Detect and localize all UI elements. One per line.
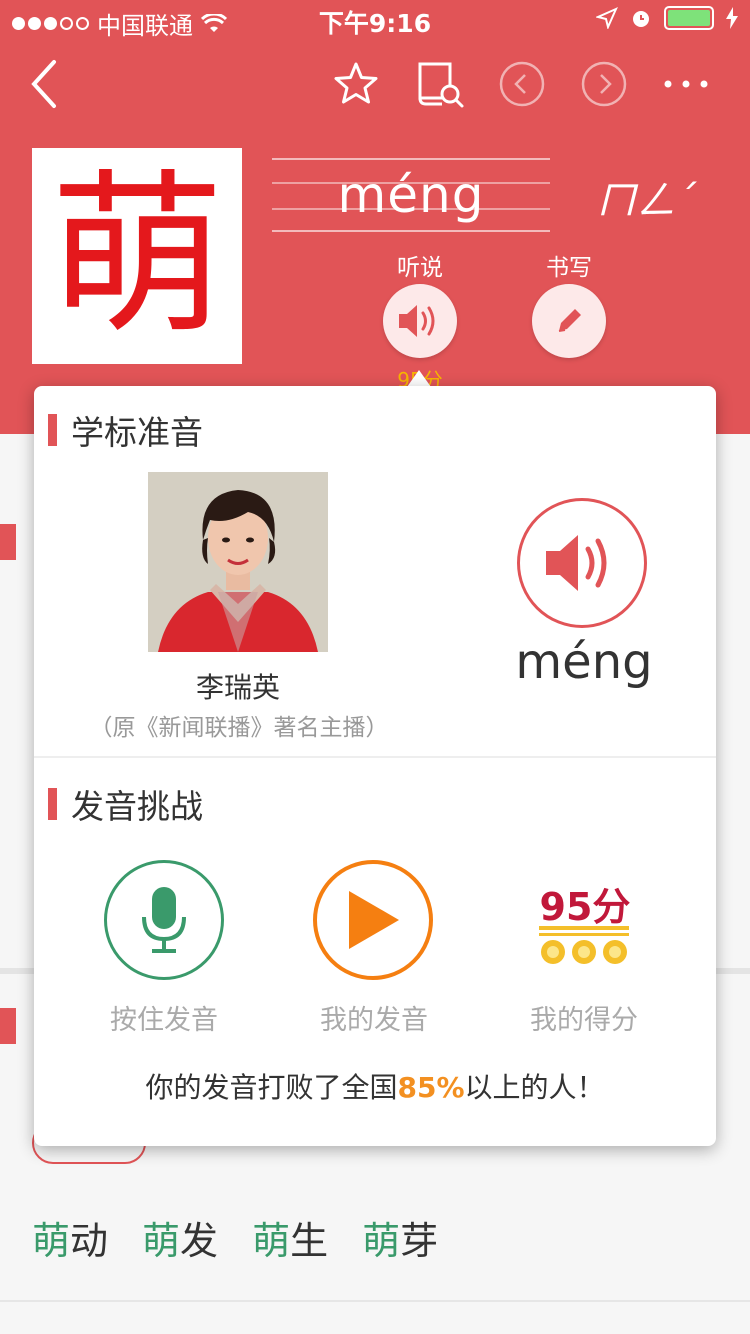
anchor-name: 李瑞英 xyxy=(195,671,280,704)
speaker-icon xyxy=(399,305,435,337)
record-label: 按住发音 xyxy=(110,1005,218,1036)
character-glyph: 萌 xyxy=(49,154,225,358)
my-recording-play-button[interactable] xyxy=(313,860,433,980)
speaker-icon xyxy=(546,535,607,591)
pinyin-text: méng xyxy=(337,166,485,224)
more-icon[interactable] xyxy=(658,54,718,114)
charging-icon xyxy=(726,7,738,29)
pinyin-staff: méng xyxy=(272,158,550,232)
score-value: 95分 xyxy=(539,885,631,929)
play-icon xyxy=(349,891,399,949)
result-percent: 85% xyxy=(397,1071,465,1104)
medal-icon xyxy=(539,926,629,964)
status-bar: 中国联通 下午9:16 xyxy=(0,0,750,40)
star-icon[interactable] xyxy=(326,54,386,114)
character-card: 萌 xyxy=(32,148,242,364)
title-bar xyxy=(48,788,57,820)
zhuyin-text: ㄇㄥˊ xyxy=(596,178,696,224)
result-prefix: 你的发音打败了全国 xyxy=(145,1071,398,1104)
alarm-icon xyxy=(633,11,649,27)
location-icon xyxy=(596,7,618,29)
word-item[interactable]: 萌生 xyxy=(252,1210,328,1265)
section-marker xyxy=(0,1008,16,1044)
my-score-label: 我的得分 xyxy=(530,1005,638,1036)
section-marker xyxy=(0,524,16,560)
result-suffix: 以上的人！ xyxy=(464,1071,605,1104)
listen-label: 听说 xyxy=(397,255,443,281)
word-list: 萌动 萌发 萌生 萌芽 xyxy=(32,1210,438,1265)
section-title: 发音挑战 xyxy=(71,787,203,826)
list-divider xyxy=(0,1300,750,1302)
record-button[interactable] xyxy=(104,860,224,980)
anchor-photo xyxy=(148,472,328,652)
popup-pinyin: méng xyxy=(515,634,653,690)
word-item[interactable]: 萌芽 xyxy=(362,1210,438,1265)
my-recording-label: 我的发音 xyxy=(320,1005,428,1036)
play-standard-button[interactable] xyxy=(517,498,647,628)
word-item[interactable]: 萌发 xyxy=(142,1210,218,1265)
previous-icon[interactable] xyxy=(492,54,552,114)
challenge-header: 发音挑战 xyxy=(48,780,203,828)
write-label: 书写 xyxy=(546,255,592,281)
popup-arrow xyxy=(407,370,431,387)
pencil-icon xyxy=(558,309,581,332)
pronunciation-popup: 学标准音 李瑞英 （原《新闻联播》著名主播） méng 发音挑战 按住发音 我的… xyxy=(34,386,716,1146)
popup-divider xyxy=(34,756,716,758)
word-item[interactable]: 萌动 xyxy=(32,1210,108,1265)
dictionary-search-icon[interactable] xyxy=(410,54,470,114)
header: 中国联通 下午9:16 萌 méng ㄇㄥˊ 听说 书写 95分 xyxy=(0,0,750,434)
listen-button[interactable] xyxy=(383,284,457,358)
title-bar xyxy=(48,414,57,446)
anchor-description: （原《新闻联播》著名主播） xyxy=(89,715,389,741)
standard-pronunciation-header: 学标准音 xyxy=(48,406,203,454)
status-right xyxy=(596,6,738,30)
nav-bar xyxy=(0,40,750,128)
result-message: 你的发音打败了全国85%以上的人！ xyxy=(34,1066,716,1106)
section-title: 学标准音 xyxy=(71,413,203,452)
microphone-icon xyxy=(142,887,186,953)
back-icon[interactable] xyxy=(14,54,74,114)
write-button[interactable] xyxy=(532,284,606,358)
next-icon[interactable] xyxy=(574,54,634,114)
battery-icon xyxy=(664,6,714,30)
